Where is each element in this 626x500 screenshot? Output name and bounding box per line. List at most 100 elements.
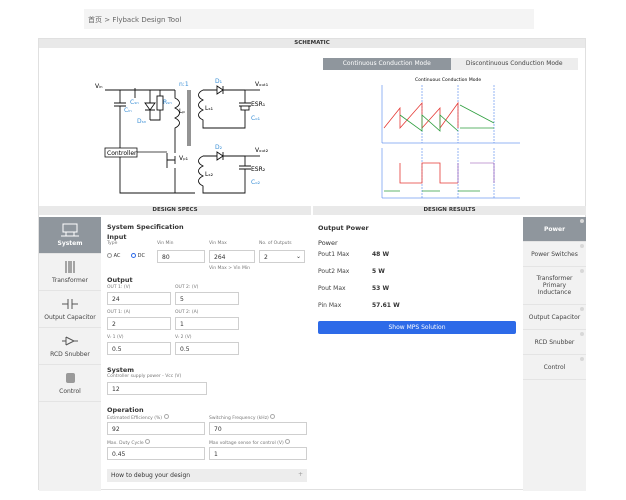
- sidebar-item-power[interactable]: Power: [523, 217, 586, 242]
- status-dot-icon: [580, 244, 584, 248]
- pout2-label: Pout2 Max: [318, 268, 350, 275]
- out2-v-input[interactable]: 5: [175, 292, 239, 305]
- vin-max-input[interactable]: 264: [209, 250, 255, 263]
- ac-radio[interactable]: AC: [107, 253, 120, 259]
- out2-a-input[interactable]: 1: [175, 317, 239, 330]
- dc-radio-circle: [131, 253, 136, 258]
- label-controller: Controller: [107, 150, 137, 157]
- efficiency-input[interactable]: 92: [107, 422, 205, 435]
- info-icon[interactable]: [145, 439, 151, 444]
- vin-max-label: Vin Max: [209, 241, 227, 246]
- sidebar-item-rcd-snubber[interactable]: RCD Snubber: [523, 330, 586, 355]
- pout-value: 53 W: [372, 285, 390, 292]
- status-dot-icon: [580, 357, 584, 361]
- frequency-input[interactable]: 70: [209, 422, 307, 435]
- operation-heading: Operation: [107, 406, 144, 414]
- conduction-mode-tabs: Continuous Conduction Mode Discontinuous…: [323, 58, 578, 70]
- tab-discontinuous-conduction-mode[interactable]: Discontinuous Conduction Mode: [450, 58, 578, 70]
- out2-a-label: OUT 2: (A): [175, 310, 199, 315]
- schematic-header: SCHEMATIC: [39, 39, 585, 48]
- status-dot-icon: [580, 269, 584, 273]
- info-icon[interactable]: [270, 414, 276, 419]
- pin-value: 57.61 W: [372, 302, 400, 309]
- label-co2: Cₒ₂: [251, 179, 261, 186]
- label-rsn: Rₛₙ: [163, 99, 172, 106]
- duty-input[interactable]: 0.45: [107, 447, 205, 460]
- breadcrumb-current: Flyback Design Tool: [112, 16, 182, 24]
- sidebar-item-label: Transformer Primary Inductance: [536, 275, 573, 296]
- sidebar-item-label: Control: [59, 388, 81, 395]
- vin-min-label: Vin Min: [157, 241, 174, 246]
- design-specs-header: DESIGN SPECS: [39, 206, 311, 215]
- input-heading: Input: [107, 233, 127, 241]
- vsense-input[interactable]: 1: [209, 447, 307, 460]
- breadcrumb-separator: >: [104, 16, 111, 24]
- status-dot-icon: [580, 219, 584, 223]
- sidebar-item-label: Power Switches: [531, 250, 578, 258]
- label-vout1: Vₒᵤₜ₁: [255, 81, 269, 88]
- debug-accordion[interactable]: How to debug your design +: [107, 469, 307, 482]
- sidebar-item-system[interactable]: System: [39, 217, 101, 254]
- outputs-select[interactable]: 2 ⌄: [259, 250, 305, 263]
- vr1-label: Vᵣ 1 (V): [107, 335, 124, 340]
- sidebar-item-label: Transformer: [51, 277, 88, 284]
- label-d2: D₂: [215, 144, 223, 151]
- sidebar-item-rcd-snubber[interactable]: RCD Snubber: [39, 328, 101, 365]
- sidebar-item-label: System: [57, 240, 83, 247]
- breadcrumb-home[interactable]: 首页: [88, 16, 102, 24]
- vcc-input[interactable]: 12: [107, 382, 207, 395]
- info-icon[interactable]: [163, 414, 169, 419]
- vin-min-input[interactable]: 80: [157, 250, 205, 263]
- show-mps-solution-button[interactable]: Show MPS Solution: [318, 321, 516, 334]
- breadcrumb: 首页 > Flyback Design Tool: [84, 9, 534, 29]
- design-results-header: DESIGN RESULTS: [313, 206, 586, 215]
- efficiency-label: Estimated Efficiency (%): [107, 414, 169, 421]
- outputs-label: No. of Outputs: [259, 241, 292, 246]
- sidebar-item-transformer-primary-inductance[interactable]: Transformer Primary Inductance: [523, 267, 586, 305]
- type-label: Type: [107, 241, 118, 246]
- dc-label: DC: [137, 253, 145, 259]
- waveform-title: Continuous Conduction Mode: [415, 77, 481, 83]
- dc-radio[interactable]: DC: [131, 253, 145, 259]
- design-tool-frame: SCHEMATIC Vᵢₙ Cᵢₙ Rₛₙ Cₛₙ Dₛₙ n:1 D₁ D₂ …: [38, 38, 586, 491]
- out1-v-input[interactable]: 24: [107, 292, 171, 305]
- label-cin: Cᵢₙ: [124, 107, 132, 114]
- duty-label-text: Max. Duty Cycle: [107, 441, 144, 446]
- sidebar-item-output-capacitor[interactable]: Output Capacitor: [523, 305, 586, 330]
- chevron-down-icon: ⌄: [295, 253, 301, 260]
- flyback-circuit-diagram: Vᵢₙ Cᵢₙ Rₛₙ Cₛₙ Dₛₙ n:1 D₁ D₂ Lₚ Lₛ₁ Lₛ₂…: [95, 78, 269, 194]
- duty-label: Max. Duty Cycle: [107, 439, 151, 446]
- design-specs-sidebar: System Transformer Output Capacitor RCD …: [39, 217, 101, 491]
- label-ls2: Lₛ₂: [205, 171, 214, 178]
- sidebar-item-label: Output Capacitor: [44, 314, 96, 321]
- info-icon[interactable]: [285, 439, 291, 444]
- out2-v-label: OUT 2: (V): [175, 285, 199, 290]
- label-esr2: ESR₂: [251, 166, 266, 173]
- label-q1: Vₚ₁: [179, 155, 189, 162]
- frequency-label-text: Switching Frequency (kHz): [209, 416, 269, 421]
- supply-label: Controller supply power - Vcc (V): [107, 374, 182, 379]
- tab-continuous-conduction-mode[interactable]: Continuous Conduction Mode: [323, 58, 451, 70]
- sidebar-item-label: Power: [543, 225, 566, 233]
- sidebar-item-power-switches[interactable]: Power Switches: [523, 242, 586, 267]
- sidebar-item-control[interactable]: Control: [523, 355, 586, 380]
- results-section-title: Output Power: [318, 224, 369, 232]
- control-icon: [66, 373, 75, 383]
- label-csn: Cₛₙ: [130, 99, 139, 106]
- snubber-icon: [62, 336, 78, 346]
- pout1-label: Pout1 Max: [318, 251, 350, 258]
- spec-title: System Specification: [107, 223, 184, 231]
- out1-a-label: OUT 1: (A): [107, 310, 131, 315]
- sidebar-item-transformer[interactable]: Transformer: [39, 254, 101, 291]
- waveform-diagram: Continuous Conduction Mode: [381, 77, 520, 199]
- sidebar-item-control[interactable]: Control: [39, 365, 101, 402]
- label-esr1: ESR₁: [251, 101, 266, 108]
- output-heading: Output: [107, 276, 133, 284]
- label-co1: Cₒ₁: [251, 115, 261, 122]
- pin-label: Pin Max: [318, 302, 342, 309]
- vr1-input[interactable]: 0.5: [107, 342, 171, 355]
- vr2-input[interactable]: 0.5: [175, 342, 239, 355]
- out1-a-input[interactable]: 2: [107, 317, 171, 330]
- pout1-value: 48 W: [372, 251, 390, 258]
- sidebar-item-output-capacitor[interactable]: Output Capacitor: [39, 291, 101, 328]
